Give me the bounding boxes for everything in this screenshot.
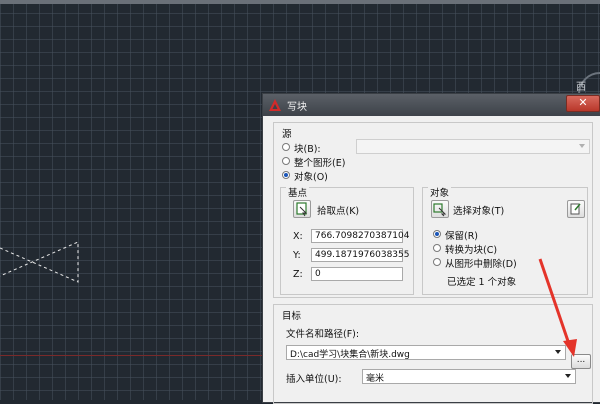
window-top-border: [0, 0, 600, 4]
red-arrow-annotation: [538, 258, 577, 357]
base-point-label: 基点: [286, 185, 310, 199]
block-name-dropdown[interactable]: [356, 139, 590, 154]
radio-block[interactable]: [282, 143, 290, 151]
file-path-label: 文件名和路径(F):: [286, 329, 360, 340]
file-path-dropdown[interactable]: D:\cad学习\块集合\新块.dwg: [286, 345, 566, 360]
z-coordinate-input[interactable]: 0: [311, 267, 403, 281]
pick-point-icon: [296, 202, 308, 217]
dialog-title: 写块: [287, 102, 307, 113]
radio-convert-to-block[interactable]: [433, 244, 441, 252]
insert-units-dropdown[interactable]: 毫米: [362, 369, 576, 384]
pick-point-button[interactable]: [293, 200, 311, 218]
autocad-logo-icon: [269, 99, 281, 111]
radio-delete-from-drawing[interactable]: [433, 258, 441, 266]
target-label: 目标: [282, 311, 302, 322]
base-point-group: 基点 拾取点(K) X: 766.7098270387104 Y: 499.18…: [280, 185, 414, 295]
chevron-down-icon: [579, 144, 585, 148]
select-objects-icon: [433, 203, 447, 217]
radio-block-label: 块(B):: [294, 144, 321, 155]
insert-units-label: 插入单位(U):: [286, 374, 342, 385]
z-label: Z:: [293, 269, 303, 280]
file-path-value: D:\cad学习\块集合\新块.dwg: [290, 350, 410, 360]
selected-object[interactable]: [0, 238, 82, 290]
dialog-titlebar[interactable]: 写块 ✕: [263, 94, 600, 116]
pick-point-label[interactable]: 拾取点(K): [317, 203, 359, 217]
select-objects-label[interactable]: 选择对象(T): [453, 203, 504, 217]
radio-delete-from-drawing-label: 从图形中删除(D): [445, 259, 517, 270]
y-label: Y:: [293, 250, 301, 261]
insert-units-value: 毫米: [366, 374, 385, 384]
radio-retain[interactable]: [433, 230, 441, 238]
radio-objects[interactable]: [282, 171, 290, 179]
radio-entire-drawing[interactable]: [282, 157, 290, 165]
radio-retain-label: 保留(R): [445, 231, 479, 242]
chevron-down-icon: [565, 374, 571, 378]
x-coordinate-input[interactable]: 766.7098270387104: [311, 229, 409, 243]
objects-label: 对象: [428, 185, 452, 199]
source-label: 源: [282, 129, 292, 140]
radio-entire-drawing-label: 整个图形(E): [294, 158, 346, 169]
crosshair-line: [0, 355, 270, 356]
viewcube-west-label: 西: [576, 82, 586, 93]
y-coordinate-input[interactable]: 499.1871976038355: [311, 248, 409, 262]
x-label: X:: [293, 231, 303, 242]
selected-count-status: 已选定 1 个对象: [447, 277, 517, 288]
quick-select-button[interactable]: [567, 200, 585, 218]
quick-select-icon: [570, 203, 581, 215]
radio-objects-label: 对象(O): [294, 172, 328, 183]
radio-convert-to-block-label: 转换为块(C): [445, 245, 498, 256]
select-objects-button[interactable]: [431, 200, 449, 218]
close-button[interactable]: ✕: [566, 95, 600, 112]
